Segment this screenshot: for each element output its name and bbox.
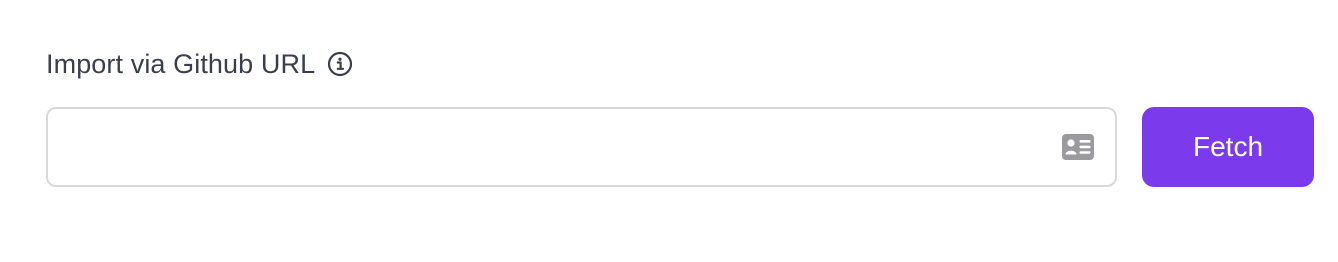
github-url-field[interactable] [46, 107, 1117, 187]
contact-card-icon [1061, 133, 1095, 161]
info-icon[interactable] [327, 51, 353, 77]
import-label: Import via Github URL [46, 48, 316, 79]
import-github-section: Import via Github URL Fetch [0, 0, 1338, 262]
fetch-button[interactable]: Fetch [1142, 107, 1314, 187]
import-label-row: Import via Github URL [46, 46, 353, 82]
github-url-input[interactable] [48, 109, 1061, 185]
